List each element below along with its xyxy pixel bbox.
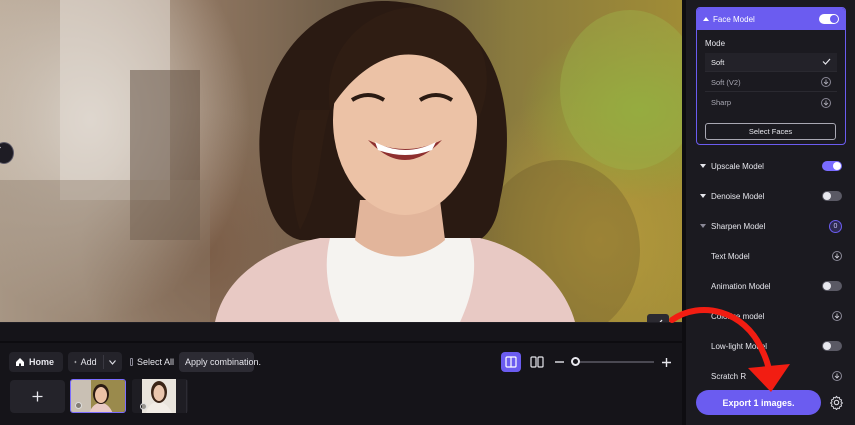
toggle-knob bbox=[823, 282, 831, 290]
zoom-slider-track[interactable] bbox=[574, 361, 654, 363]
caret-up-icon bbox=[703, 17, 709, 21]
plus-icon bbox=[74, 360, 77, 364]
download-icon[interactable] bbox=[832, 251, 842, 261]
split-view-button[interactable] bbox=[527, 352, 547, 372]
add-button[interactable]: Add bbox=[68, 352, 122, 372]
minus-icon bbox=[554, 361, 564, 363]
low-light-model-toggle[interactable] bbox=[822, 341, 842, 351]
face-model-header[interactable]: Face Model bbox=[697, 8, 845, 30]
face-model-section: Face Model Mode Soft Soft (V2) Sharp Sel… bbox=[696, 7, 846, 145]
export-button[interactable]: Export 1 images. bbox=[696, 390, 821, 415]
add-menu-toggle[interactable] bbox=[109, 359, 116, 365]
model-label: Denoise Model bbox=[711, 191, 765, 201]
model-label: Low-light Model bbox=[711, 341, 768, 351]
model-label: Scratch R bbox=[711, 371, 747, 381]
apply-combination-label: Apply combination. bbox=[185, 357, 262, 367]
thumbnail-status-icon bbox=[75, 402, 82, 409]
home-button[interactable]: Home bbox=[9, 352, 63, 372]
model-row-scratch[interactable]: Scratch R bbox=[711, 368, 842, 384]
chevron-right-icon bbox=[0, 146, 1, 149]
mode-option-label: Soft bbox=[711, 57, 725, 67]
model-label: Animation Model bbox=[711, 281, 771, 291]
plus-icon bbox=[32, 391, 43, 402]
image-thumbnail[interactable] bbox=[70, 379, 126, 413]
model-row-colorize[interactable]: Colorize model bbox=[711, 308, 842, 324]
model-row-text[interactable]: Text Model bbox=[711, 248, 842, 264]
thumbnail-status-icon bbox=[140, 403, 147, 410]
zoom-out-button[interactable] bbox=[552, 352, 566, 372]
thumbnail-strip-divider bbox=[186, 380, 187, 413]
settings-button[interactable] bbox=[827, 393, 845, 411]
apply-combination-button[interactable]: Apply combination. bbox=[179, 352, 261, 372]
mode-option-soft[interactable]: Soft bbox=[705, 53, 837, 72]
model-label: Colorize model bbox=[711, 311, 765, 321]
select-all-label: Select All bbox=[136, 357, 174, 367]
select-faces-button[interactable]: Select Faces bbox=[705, 123, 836, 140]
model-row-sharpen[interactable]: Sharpen Model 0 bbox=[700, 218, 842, 234]
mode-option-sharp[interactable]: Sharp bbox=[705, 93, 837, 112]
face-model-toggle[interactable] bbox=[819, 14, 839, 24]
add-image-tile[interactable] bbox=[10, 380, 65, 413]
toggle-knob bbox=[830, 15, 838, 23]
model-row-low-light[interactable]: Low-light Model bbox=[711, 338, 842, 354]
toggle-knob bbox=[823, 342, 831, 350]
model-label: Sharpen Model bbox=[711, 221, 766, 231]
zoom-slider-thumb[interactable] bbox=[571, 357, 580, 366]
plus-icon bbox=[661, 357, 671, 367]
mode-option-soft-v2[interactable]: Soft (V2) bbox=[705, 73, 837, 92]
model-row-denoise[interactable]: Denoise Model bbox=[700, 188, 842, 204]
zoom-in-button[interactable] bbox=[659, 352, 673, 372]
toggle-knob bbox=[833, 162, 841, 170]
home-button-label: Home bbox=[29, 357, 55, 367]
download-icon[interactable] bbox=[821, 77, 831, 87]
image-preview bbox=[0, 0, 682, 322]
download-icon[interactable] bbox=[832, 371, 842, 381]
mode-label: Mode bbox=[705, 39, 726, 48]
select-all-checkbox[interactable]: Select All bbox=[128, 352, 176, 372]
animation-model-toggle[interactable] bbox=[822, 281, 842, 291]
mode-option-label: Sharp bbox=[711, 98, 732, 107]
model-row-animation[interactable]: Animation Model bbox=[711, 278, 842, 294]
single-view-icon bbox=[505, 356, 517, 368]
image-thumbnail[interactable] bbox=[132, 379, 188, 413]
download-icon[interactable] bbox=[832, 311, 842, 321]
model-row-upscale[interactable]: Upscale Model bbox=[700, 158, 842, 174]
caret-down-icon bbox=[700, 224, 706, 228]
model-label: Text Model bbox=[711, 251, 750, 261]
download-icon[interactable] bbox=[821, 97, 831, 108]
split-view-icon bbox=[530, 356, 544, 368]
preview-photo bbox=[0, 0, 682, 322]
chevron-down-icon bbox=[109, 359, 116, 365]
gear-icon bbox=[829, 395, 843, 410]
mode-option-label: Soft (V2) bbox=[711, 77, 741, 87]
add-button-label: Add bbox=[80, 357, 97, 367]
caret-down-icon bbox=[700, 194, 706, 198]
face-model-label: Face Model bbox=[713, 14, 755, 24]
model-label: Upscale Model bbox=[711, 161, 764, 171]
denoise-model-toggle[interactable] bbox=[822, 191, 842, 201]
checkbox-box[interactable] bbox=[130, 358, 133, 366]
caret-down-icon bbox=[700, 164, 706, 168]
toggle-knob bbox=[823, 192, 831, 200]
sharpen-count-badge: 0 bbox=[829, 219, 842, 233]
single-view-button[interactable] bbox=[501, 352, 521, 372]
home-icon bbox=[16, 358, 24, 366]
upscale-model-toggle[interactable] bbox=[822, 161, 842, 171]
toolbar-divider bbox=[0, 341, 682, 343]
check-icon bbox=[822, 58, 831, 67]
